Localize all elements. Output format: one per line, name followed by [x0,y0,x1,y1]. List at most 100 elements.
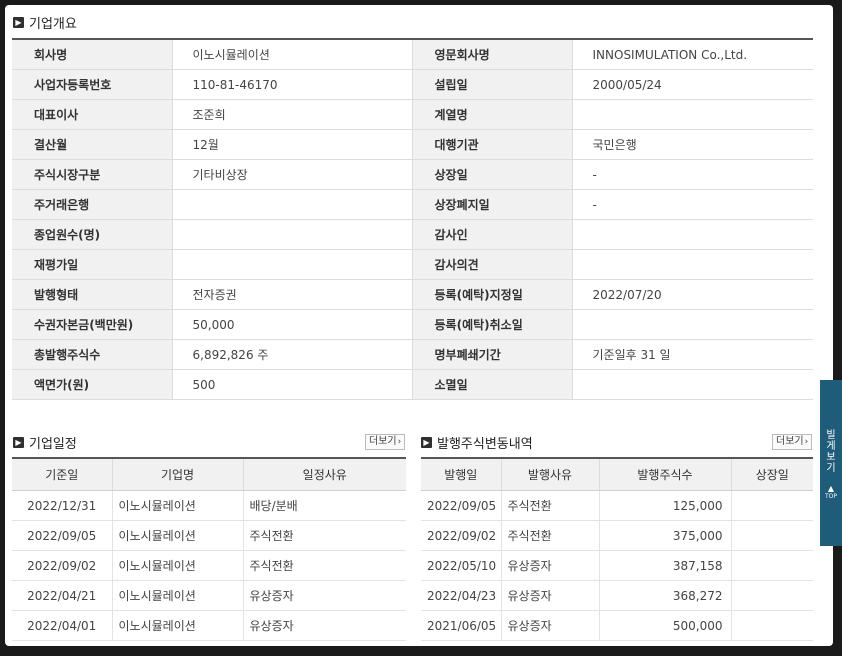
overview-value: 기타비상장 [172,159,413,190]
overview-value: - [572,159,813,190]
overview-value [572,249,813,280]
triangle-right-icon: ▶ [421,437,432,448]
table-cell [730,520,813,551]
issuance-table: 발행일 발행사유 발행주식수 상장일 2022/09/05 주식전환 125,000 202… [421,457,813,641]
overview-label: 재평가일 [12,249,173,280]
table-row[interactable]: 2022/04/23 유상증자 368,272 [421,580,813,611]
overview-label: 계열명 [412,99,573,130]
overview-label: 결산월 [12,129,173,160]
table-row[interactable]: 2022/04/21 이노시뮬레이션 유상증자 [12,580,406,611]
overview-label: 액면가(원) [12,369,173,400]
table-cell: 125,000 [598,490,731,521]
overview-value: 이노시뮬레이션 [172,39,413,70]
overview-value [572,219,813,250]
table-cell: 주식전환 [500,490,599,521]
overview-label: 상장일 [412,159,573,190]
table-cell: 유상증자 [500,580,599,611]
overview-label: 주거래은행 [12,189,173,220]
table-cell: 주식전환 [242,550,406,581]
side-view-tab-label: 빌게보기 [826,430,836,474]
overview-row: 대표이사 조준희 계열명 [12,99,813,130]
issuance-title-text: 발행주식변동내역 [437,437,533,452]
side-view-tab[interactable]: 빌게보기 [820,380,842,546]
overview-label: 종업원수(명) [12,219,173,250]
overview-row: 주거래은행 상장폐지일 - [12,189,813,220]
table-cell: 2022/12/31 [12,490,112,521]
overview-value [172,249,413,280]
table-cell: 2022/09/05 [12,520,112,551]
overview-section-title: ▶ 기업개요 [13,13,77,32]
more-label: 더보기 [369,436,397,447]
column-header: 발행사유 [500,458,599,491]
table-cell: 2022/04/01 [12,610,112,641]
overview-value [572,309,813,340]
overview-value: 500 [172,369,413,400]
overview-value: 2000/05/24 [572,69,813,100]
table-cell: 375,000 [598,520,731,551]
scroll-top-button[interactable]: ▲ TOP [822,485,840,505]
overview-value: 국민은행 [572,129,813,160]
overview-row: 액면가(원) 500 소멸일 [12,369,813,400]
overview-value: 110-81-46170 [172,69,413,100]
issuance-section-title: ▶ 발행주식변동내역 [421,433,533,452]
table-cell: 이노시뮬레이션 [111,490,243,521]
column-header: 기준일 [12,458,112,491]
schedule-title-text: 기업일정 [29,437,77,452]
triangle-right-icon: ▶ [13,437,24,448]
overview-value: 6,892,826 주 [172,339,413,370]
column-header: 발행일 [421,458,501,491]
column-header: 발행주식수 [598,458,731,491]
overview-label: 주식시장구분 [12,159,173,190]
table-cell: 2022/04/21 [12,580,112,611]
overview-label: 수권자본금(백만원) [12,309,173,340]
overview-row: 주식시장구분 기타비상장 상장일 - [12,159,813,190]
table-row[interactable]: 2022/04/01 이노시뮬레이션 유상증자 [12,610,406,641]
overview-value: 2022/07/20 [572,279,813,310]
table-row[interactable]: 2022/12/31 이노시뮬레이션 배당/분배 [12,490,406,521]
chevron-up-icon: ▲ [827,484,835,493]
table-cell [730,490,813,521]
overview-label: 상장폐지일 [412,189,573,220]
table-cell: 주식전환 [500,520,599,551]
scroll-top-label: TOP [824,493,837,500]
overview-value [172,189,413,220]
table-row[interactable]: 2022/09/05 이노시뮬레이션 주식전환 [12,520,406,551]
table-cell: 500,000 [598,610,731,641]
overview-value [572,99,813,130]
overview-value: 12월 [172,129,413,160]
schedule-more-button[interactable]: 더보기 › [365,434,406,450]
overview-value: 50,000 [172,309,413,340]
table-row[interactable]: 2022/05/10 유상증자 387,158 [421,550,813,581]
chevron-right-icon: › [804,437,809,447]
table-row[interactable]: 2022/09/02 이노시뮬레이션 주식전환 [12,550,406,581]
table-row[interactable]: 2022/09/05 주식전환 125,000 [421,490,813,521]
table-row[interactable]: 2022/09/02 주식전환 375,000 [421,520,813,551]
column-header: 기업명 [111,458,243,491]
overview-label: 명부폐쇄기간 [412,339,573,370]
overview-row: 재평가일 감사의견 [12,249,813,280]
overview-value: INNOSIMULATION Co.,Ltd. [572,39,813,70]
table-cell: 유상증자 [500,610,599,641]
overview-value: 전자증권 [172,279,413,310]
table-cell: 2022/09/05 [421,490,501,521]
overview-label: 영문회사명 [412,39,573,70]
table-cell [730,550,813,581]
table-cell: 유상증자 [500,550,599,581]
overview-row: 발행형태 전자증권 등록(예탁)지정일 2022/07/20 [12,279,813,310]
overview-label: 소멸일 [412,369,573,400]
issuance-more-button[interactable]: 더보기 › [772,434,813,450]
overview-value [172,219,413,250]
overview-label: 등록(예탁)취소일 [412,309,573,340]
overview-label: 설립일 [412,69,573,100]
table-row[interactable]: 2021/06/05 유상증자 500,000 [421,610,813,641]
table-cell: 2021/06/05 [421,610,501,641]
column-header: 상장일 [730,458,813,491]
table-cell: 2022/04/23 [421,580,501,611]
overview-label: 대표이사 [12,99,173,130]
table-cell: 이노시뮬레이션 [111,550,243,581]
overview-row: 총발행주식수 6,892,826 주 명부폐쇄기간 기준일후 31 일 [12,339,813,370]
table-cell: 유상증자 [242,610,406,641]
more-label: 더보기 [776,436,804,447]
overview-label: 회사명 [12,39,173,70]
table-cell: 이노시뮬레이션 [111,580,243,611]
